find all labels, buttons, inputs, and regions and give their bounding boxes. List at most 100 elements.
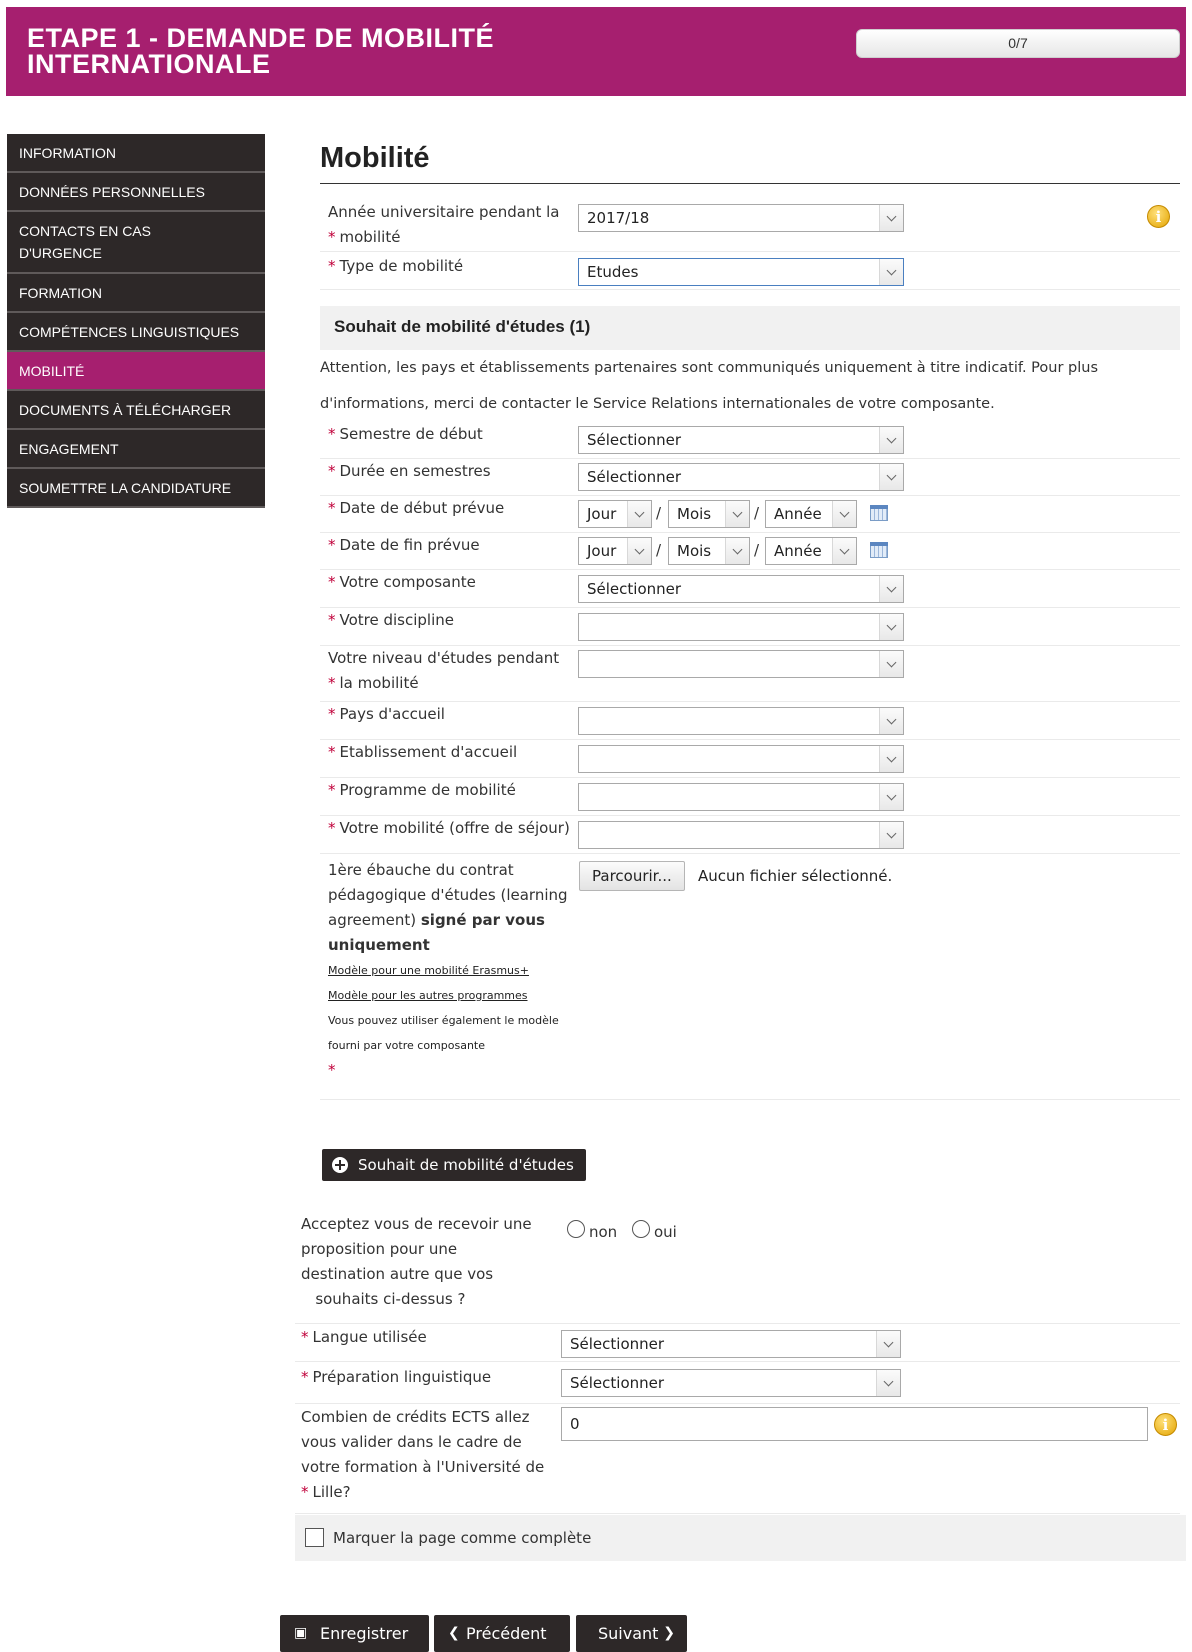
- calendar-icon[interactable]: [870, 542, 888, 558]
- required-marker: *: [328, 462, 336, 480]
- form-row-composante: * Votre composante Sélectionner: [320, 570, 1180, 608]
- composante-select[interactable]: Sélectionner: [578, 575, 904, 603]
- calendar-icon[interactable]: [870, 505, 888, 521]
- sidebar-item-label: DOCUMENTS À TÉLÉCHARGER: [19, 401, 232, 418]
- programme-label-text: Programme de mobilité: [339, 781, 516, 799]
- duree-select[interactable]: Sélectionner: [578, 463, 904, 491]
- date-fin-jour-value: Jour: [587, 542, 617, 560]
- prev-label: Précédent: [466, 1624, 547, 1643]
- annee-label: Année universitaire pendant la * mobilité: [328, 200, 578, 250]
- required-marker: *: [328, 228, 336, 246]
- accept-label-line3: destination autre que vos: [301, 1265, 494, 1283]
- info-icon[interactable]: i: [1147, 205, 1170, 228]
- next-button[interactable]: Suivant ❯: [576, 1615, 687, 1652]
- save-button[interactable]: ▣ Enregistrer: [280, 1615, 429, 1652]
- date-debut-annee-select[interactable]: Année: [765, 500, 857, 528]
- chevron-down-icon: [725, 501, 749, 527]
- preparation-select[interactable]: Sélectionner: [561, 1369, 901, 1397]
- page-complete-checkbox[interactable]: [305, 1528, 324, 1547]
- section-title: Souhait de mobilité d'études (1): [334, 317, 591, 336]
- header-title-line1: ETAPE 1 - DEMANDE DE MOBILITÉ: [27, 23, 495, 53]
- sidebar-item-label: INFORMATION: [19, 144, 116, 161]
- chevron-down-icon: [879, 614, 903, 640]
- form-row-date-fin: * Date de fin prévue Jour / Mois / Année: [320, 533, 1180, 570]
- type-select-value: Etudes: [587, 263, 639, 281]
- type-mobilite-select[interactable]: Etudes: [578, 258, 904, 286]
- langue-select[interactable]: Sélectionner: [561, 1330, 901, 1358]
- sidebar-item-documents[interactable]: DOCUMENTS À TÉLÉCHARGER: [7, 391, 265, 430]
- annee-label-line2: mobilité: [339, 228, 401, 246]
- form-row-credits: Combien de crédits ECTS allez vous valid…: [295, 1404, 1180, 1514]
- langue-label-text: Langue utilisée: [312, 1328, 427, 1346]
- sidebar-item-label: SOUMETTRE LA CANDIDATURE: [19, 479, 232, 496]
- credits-input[interactable]: 0: [561, 1407, 1148, 1441]
- radio-oui[interactable]: [632, 1220, 650, 1238]
- contrat-label-line3: agreement): [328, 911, 417, 929]
- chevron-down-icon: [627, 501, 651, 527]
- form-row-annee: Année universitaire pendant la * mobilité…: [320, 196, 1180, 252]
- pays-select[interactable]: [578, 707, 904, 735]
- semestre-select[interactable]: Sélectionner: [578, 426, 904, 454]
- notice-line2: d'informations, merci de contacter le Se…: [320, 396, 995, 412]
- composante-select-value: Sélectionner: [587, 580, 682, 598]
- programme-select[interactable]: [578, 783, 904, 811]
- add-souhait-button[interactable]: Souhait de mobilité d'études: [322, 1149, 586, 1181]
- modele-autres-link[interactable]: Modèle pour les autres programmes: [328, 983, 578, 1008]
- chevron-down-icon: [879, 746, 903, 772]
- offre-select[interactable]: [578, 821, 904, 849]
- required-marker: *: [328, 743, 336, 761]
- chevron-left-icon: ❮: [448, 1625, 460, 1641]
- date-debut-mois-value: Mois: [677, 505, 712, 523]
- form-row-langue: * Langue utilisée Sélectionner: [295, 1324, 1180, 1362]
- contrat-note-line1: Vous pouvez utiliser également le modèle: [328, 1014, 559, 1027]
- info-icon[interactable]: i: [1154, 1413, 1177, 1436]
- accept-label: Acceptez vous de recevoir une propositio…: [301, 1212, 541, 1312]
- sidebar-item-information[interactable]: INFORMATION: [7, 134, 265, 173]
- radio-non[interactable]: [567, 1220, 585, 1238]
- sidebar-item-contacts-urgence[interactable]: CONTACTS EN CAS D'URGENCE: [7, 212, 265, 274]
- contrat-label: 1ère ébauche du contrat pédagogique d'ét…: [328, 858, 578, 1083]
- header-title-line2: INTERNATIONALE: [27, 49, 271, 79]
- date-fin-annee-select[interactable]: Année: [765, 537, 857, 565]
- semestre-select-value: Sélectionner: [587, 431, 682, 449]
- date-fin-label-text: Date de fin prévue: [339, 536, 480, 554]
- credits-label: Combien de crédits ECTS allez vous valid…: [301, 1405, 561, 1505]
- date-debut-jour-select[interactable]: Jour: [578, 500, 652, 528]
- sidebar-item-formation[interactable]: FORMATION: [7, 274, 265, 313]
- date-separator: /: [754, 541, 760, 559]
- contrat-label-line2: pédagogique d'études (learning: [328, 886, 568, 904]
- niveau-select[interactable]: [578, 650, 904, 678]
- discipline-select[interactable]: [578, 613, 904, 641]
- prev-button[interactable]: ❮ Précédent: [434, 1615, 570, 1652]
- chevron-down-icon: [879, 708, 903, 734]
- date-fin-jour-select[interactable]: Jour: [578, 537, 652, 565]
- date-fin-mois-select[interactable]: Mois: [668, 537, 750, 565]
- etablissement-select[interactable]: [578, 745, 904, 773]
- modele-erasmus-link[interactable]: Modèle pour une mobilité Erasmus+: [328, 958, 578, 983]
- credits-label-line4: Lille?: [312, 1483, 351, 1501]
- browse-file-label: Parcourir...: [592, 867, 672, 885]
- form-row-date-debut: * Date de début prévue Jour / Mois / Anné…: [320, 496, 1180, 533]
- chevron-down-icon: [879, 822, 903, 848]
- chevron-down-icon: [879, 259, 903, 285]
- sidebar-item-competences-linguistiques[interactable]: COMPÉTENCES LINGUISTIQUES: [7, 313, 265, 352]
- sidebar-item-label: DONNÉES PERSONNELLES: [19, 183, 205, 200]
- form-row-pays: * Pays d'accueil: [320, 702, 1180, 740]
- annee-select[interactable]: 2017/18: [578, 204, 904, 232]
- chevron-down-icon: [832, 538, 856, 564]
- langue-label: * Langue utilisée: [301, 1325, 551, 1350]
- browse-file-button[interactable]: Parcourir...: [579, 861, 685, 891]
- preparation-label-text: Préparation linguistique: [312, 1368, 492, 1386]
- required-marker: *: [328, 499, 336, 517]
- sidebar-item-mobilite[interactable]: MOBILITÉ: [7, 352, 265, 391]
- page-title: Mobilité: [320, 134, 1180, 184]
- sidebar-item-engagement[interactable]: ENGAGEMENT: [7, 430, 265, 469]
- required-marker: *: [328, 674, 336, 692]
- date-debut-mois-select[interactable]: Mois: [668, 500, 750, 528]
- sidebar-item-soumettre[interactable]: SOUMETTRE LA CANDIDATURE: [7, 469, 265, 508]
- chevron-right-icon: ❯: [663, 1625, 675, 1641]
- notice-line1: Attention, les pays et établissements pa…: [320, 360, 1098, 376]
- date-debut-label-text: Date de début prévue: [339, 499, 505, 517]
- sidebar-item-label: CONTACTS EN CAS D'URGENCE: [19, 220, 151, 264]
- sidebar-item-donnees-personnelles[interactable]: DONNÉES PERSONNELLES: [7, 173, 265, 212]
